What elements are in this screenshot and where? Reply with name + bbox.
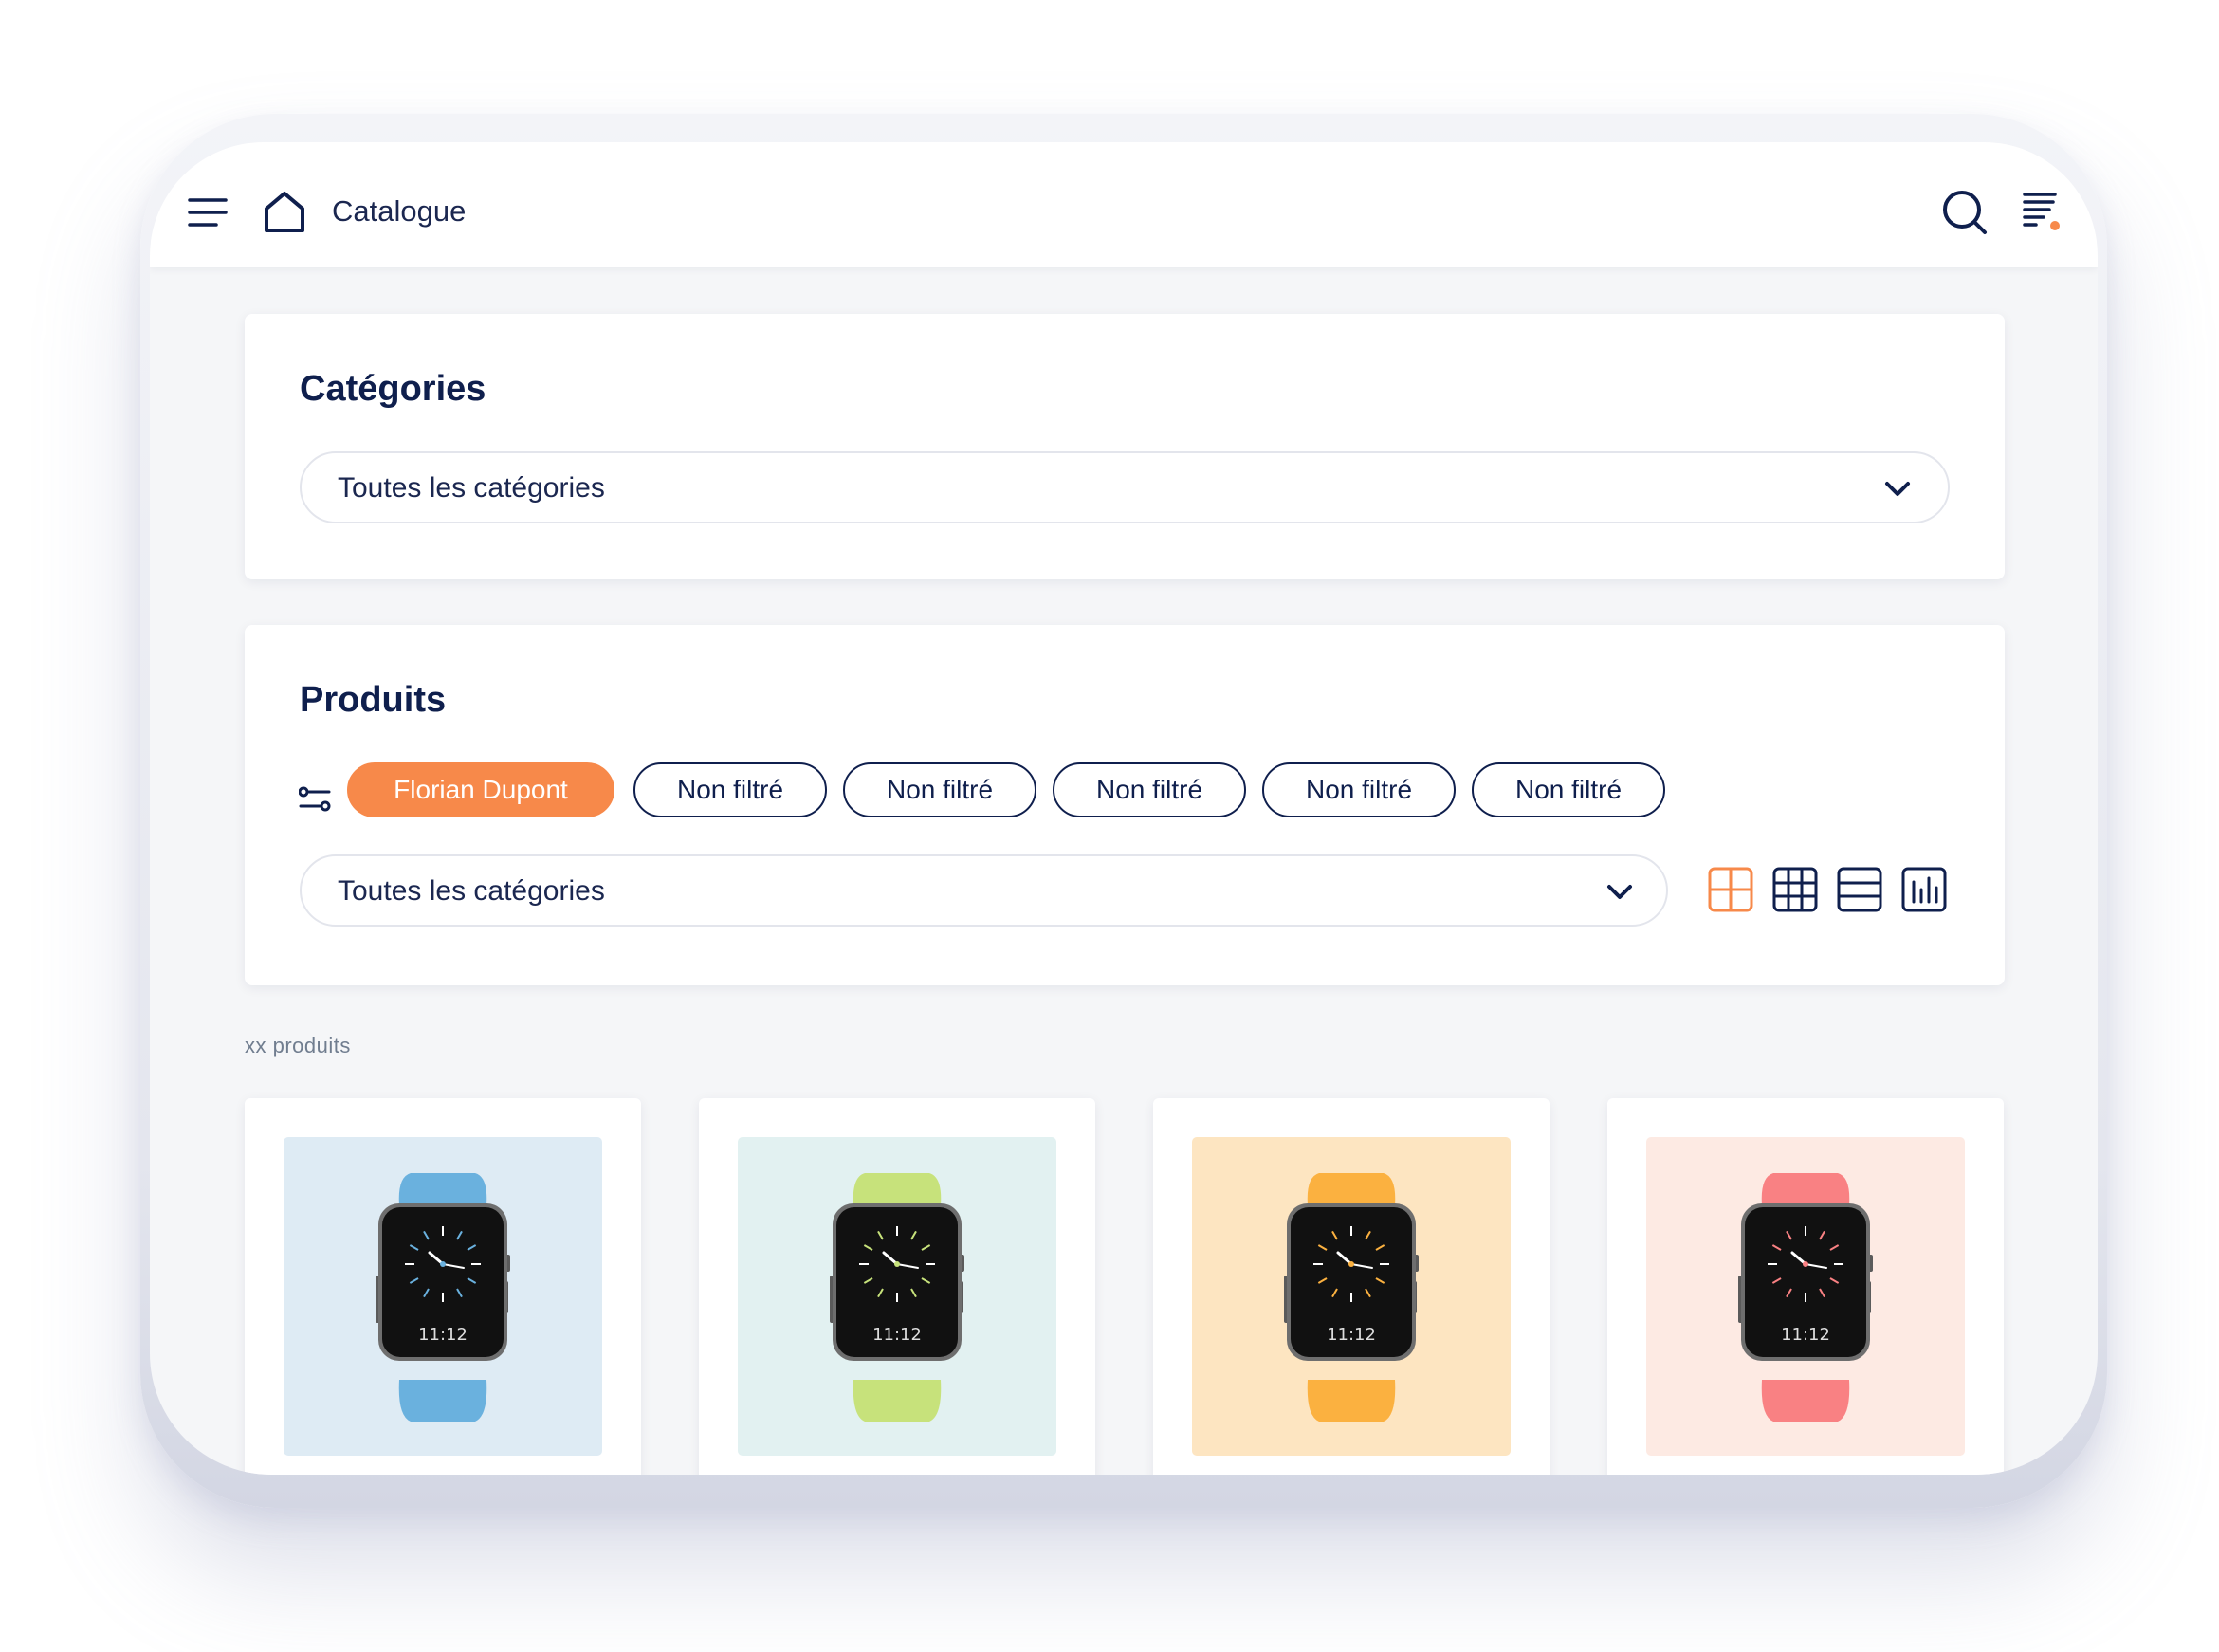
chevron-down-icon [1885,482,1910,496]
home-icon[interactable] [262,190,307,233]
filter-chip[interactable]: Non filtré [843,762,1036,817]
product-image: 11:12 [738,1137,1056,1456]
smartwatch-illustration: 11:12 [830,1173,964,1422]
list-rows-icon[interactable] [1837,867,1882,912]
products-card: Produits Florian Dupont Non filtré Non f… [245,625,2005,985]
filter-chip[interactable]: Non filtré [1053,762,1246,817]
product-image: 11:12 [1192,1137,1511,1456]
menu-icon[interactable] [188,197,228,228]
product-card[interactable]: 11:12 [699,1098,1095,1475]
filter-chip-user[interactable]: Florian Dupont [347,762,614,817]
notification-dot [2050,221,2060,230]
product-card[interactable]: 11:12 [1153,1098,1550,1475]
product-card[interactable]: 11:12 [245,1098,641,1475]
filter-chip[interactable]: Non filtré [1262,762,1456,817]
page-title: Catalogue [332,194,467,228]
watch-time: 11:12 [418,1325,468,1345]
smartwatch-illustration: 11:12 [1738,1173,1873,1422]
watch-time: 11:12 [1327,1325,1376,1345]
categories-title: Catégories [300,369,486,409]
top-bar: Catalogue [150,142,2098,267]
product-card[interactable]: 11:12 [1607,1098,2004,1475]
chart-view-icon[interactable] [1901,867,1947,912]
categories-card: Catégories Toutes les catégories [245,314,2005,579]
smartwatch-illustration: 11:12 [376,1173,510,1422]
product-image: 11:12 [284,1137,602,1456]
smartwatch-illustration: 11:12 [1284,1173,1419,1422]
product-category-select[interactable]: Toutes les catégories [300,854,1668,927]
search-icon[interactable] [1942,190,1988,235]
category-select-value: Toutes les catégories [338,472,605,504]
category-select[interactable]: Toutes les catégories [300,451,1950,523]
product-count: xx produits [245,1034,351,1057]
grid-2x2-icon[interactable] [1708,867,1753,912]
app-screen: Catalogue Catégories Toutes les catégori… [150,142,2098,1475]
product-image: 11:12 [1646,1137,1965,1456]
products-title: Produits [300,680,447,720]
chevron-down-icon [1607,885,1632,899]
grid-3x3-icon[interactable] [1772,867,1818,912]
watch-time: 11:12 [872,1325,922,1345]
watch-time: 11:12 [1781,1325,1830,1345]
filter-chip[interactable]: Non filtré [1472,762,1665,817]
filter-chip[interactable]: Non filtré [633,762,827,817]
sort-icon[interactable] [2023,192,2063,233]
product-category-select-value: Toutes les catégories [338,875,605,907]
filter-sliders-icon[interactable] [299,786,331,813]
